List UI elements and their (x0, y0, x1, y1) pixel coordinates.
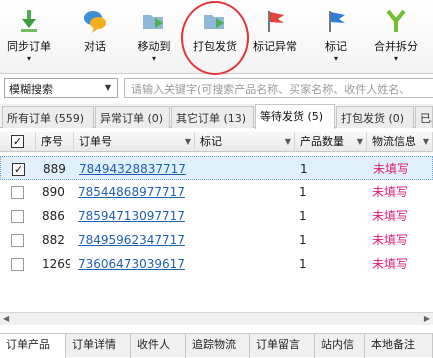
select-all-cell[interactable]: ✓ (0, 132, 36, 152)
sync-orders-label: 同步订单 (7, 40, 51, 53)
chevron-down-icon[interactable]: ▾ (318, 55, 354, 63)
table-row[interactable]: 882 78495962347717 1 未填写 (0, 228, 433, 252)
orders-grid: ✓ 序号 订单号 ▼ 标记 ▼ 产品数量 ▼ 物流信息 ▼ ✓ 889 7849… (0, 132, 433, 312)
row-checkbox[interactable] (11, 234, 24, 247)
toolbar: 同步订单 ▾ 对话 移动到 ▾ 打包发货 标记异常 标记 ▾ 合并拆分 ▾ (0, 0, 433, 75)
row-quantity: 1 (300, 162, 308, 176)
mark-exception-label: 标记异常 (253, 40, 297, 53)
row-quantity: 1 (299, 185, 307, 199)
download-arrow-icon (21, 10, 37, 32)
detail-tabs: 订单产品 订单详情 收件人 追踪物流 订单留言 站内信 本地备注 (0, 333, 433, 358)
tab-shipped[interactable]: 已发 (415, 106, 433, 128)
chevron-down-icon[interactable]: ▾ (128, 55, 180, 63)
table-row[interactable]: 1269 73606473039617 1 未填写 (0, 252, 433, 276)
col-quantity[interactable]: 产品数量 ▼ (295, 132, 367, 152)
chevron-down-icon[interactable]: ▾ (368, 55, 424, 63)
tab-all-orders[interactable]: 所有订单 (559) (2, 106, 94, 128)
row-checkbox[interactable] (11, 210, 24, 223)
scroll-right-icon[interactable]: ▶ (424, 314, 430, 323)
sort-icon[interactable]: ▼ (357, 132, 363, 151)
move-to-label: 移动到 (137, 40, 171, 53)
tab-order-details[interactable]: 订单详情 (66, 334, 131, 358)
merge-split-icon (386, 9, 406, 32)
tab-local-notes[interactable]: 本地备注 (365, 334, 433, 358)
row-checkbox[interactable]: ✓ (12, 163, 25, 176)
chat-button[interactable]: 对话 (70, 6, 120, 68)
row-logistics-status: 未填写 (372, 185, 409, 199)
horizontal-scrollbar[interactable]: ◀ ▶ (0, 312, 433, 325)
merge-split-label: 合并拆分 (374, 40, 418, 53)
sort-icon[interactable]: ▼ (423, 132, 429, 151)
table-row[interactable]: 890 78544868977717 1 未填写 (0, 180, 433, 204)
row-quantity: 1 (299, 209, 307, 223)
search-row: 模糊搜索 ▼ 请输入关键字(可搜索产品名称、买家名称、收件人姓名、 (0, 76, 433, 100)
row-seq: 1269 (42, 257, 70, 271)
search-mode-select[interactable]: 模糊搜索 ▼ (4, 78, 118, 98)
row-logistics-status: 未填写 (373, 162, 410, 176)
search-mode-value: 模糊搜索 (9, 83, 53, 96)
grid-header: ✓ 序号 订单号 ▼ 标记 ▼ 产品数量 ▼ 物流信息 ▼ (0, 132, 433, 152)
row-quantity: 1 (299, 233, 307, 247)
row-order-link[interactable]: 78494328837717 (79, 157, 186, 181)
scroll-left-icon[interactable]: ◀ (3, 314, 9, 323)
col-logistics-label: 物流信息 (372, 135, 416, 148)
chevron-down-icon[interactable]: ▼ (101, 81, 115, 95)
merge-split-button[interactable]: 合并拆分 ▾ (368, 6, 424, 68)
pack-ship-button[interactable]: 打包发货 (186, 6, 244, 68)
row-seq: 889 (43, 162, 66, 176)
row-logistics-status: 未填写 (372, 233, 409, 247)
row-order-link[interactable]: 73606473039617 (78, 252, 185, 276)
sort-icon[interactable]: ▼ (185, 132, 191, 151)
row-order-link[interactable]: 78594713097717 (78, 204, 185, 228)
col-logistics[interactable]: 物流信息 ▼ (367, 132, 433, 152)
tab-site-mail[interactable]: 站内信 (315, 334, 365, 358)
row-seq: 882 (42, 233, 65, 247)
row-order-link[interactable]: 78495962347717 (78, 228, 185, 252)
table-row[interactable]: ✓ 889 78494328837717 1 未填写 (0, 156, 433, 180)
row-order-link[interactable]: 78544868977717 (78, 180, 185, 204)
table-row[interactable]: 886 78594713097717 1 未填写 (0, 204, 433, 228)
tab-recipient[interactable]: 收件人 (131, 334, 186, 358)
tab-order-messages[interactable]: 订单留言 (250, 334, 315, 358)
row-quantity: 1 (299, 257, 307, 271)
col-order-no-label: 订单号 (79, 135, 112, 148)
sort-icon[interactable]: ▼ (285, 132, 291, 151)
tab-packed-shipped[interactable]: 打包发货 (0) (336, 106, 414, 128)
tab-exception-orders[interactable]: 异常订单 (0) (95, 106, 170, 128)
chevron-down-icon[interactable]: ▾ (4, 55, 54, 63)
sync-orders-button[interactable]: 同步订单 ▾ (4, 6, 54, 68)
search-placeholder: 请输入关键字(可搜索产品名称、买家名称、收件人姓名、 (131, 83, 411, 96)
row-logistics-status: 未填写 (372, 209, 409, 223)
tab-awaiting-shipment[interactable]: 等待发货 (5) (255, 104, 335, 129)
search-input[interactable]: 请输入关键字(可搜索产品名称、买家名称、收件人姓名、 (124, 78, 433, 98)
order-tabs: 所有订单 (559) 异常订单 (0) 其它订单 (13) 等待发货 (5) 打… (0, 104, 433, 129)
chat-bubble-icon (84, 11, 106, 33)
col-quantity-label: 产品数量 (300, 135, 344, 148)
pack-ship-label: 打包发货 (193, 40, 237, 53)
col-mark[interactable]: 标记 ▼ (195, 132, 295, 152)
row-seq: 886 (42, 209, 65, 223)
red-flag-icon (268, 11, 284, 32)
col-seq[interactable]: 序号 (36, 132, 74, 152)
col-order-no[interactable]: 订单号 ▼ (74, 132, 195, 152)
package-ship-icon (204, 15, 224, 29)
tab-order-products[interactable]: 订单产品 (0, 334, 66, 358)
mark-button[interactable]: 标记 ▾ (318, 6, 354, 68)
blue-flag-icon (329, 11, 345, 32)
move-folder-icon (143, 15, 163, 29)
row-seq: 890 (42, 185, 65, 199)
chat-label: 对话 (84, 40, 106, 53)
tab-track-logistics[interactable]: 追踪物流 (186, 334, 250, 358)
row-logistics-status: 未填写 (372, 257, 409, 271)
move-to-button[interactable]: 移动到 ▾ (128, 6, 180, 68)
tab-other-orders[interactable]: 其它订单 (13) (171, 106, 254, 128)
row-checkbox[interactable] (11, 186, 24, 199)
mark-label: 标记 (325, 40, 347, 53)
mark-exception-button[interactable]: 标记异常 (248, 6, 302, 68)
col-mark-label: 标记 (200, 135, 222, 148)
select-all-checkbox[interactable]: ✓ (11, 135, 24, 148)
row-checkbox[interactable] (11, 258, 24, 271)
